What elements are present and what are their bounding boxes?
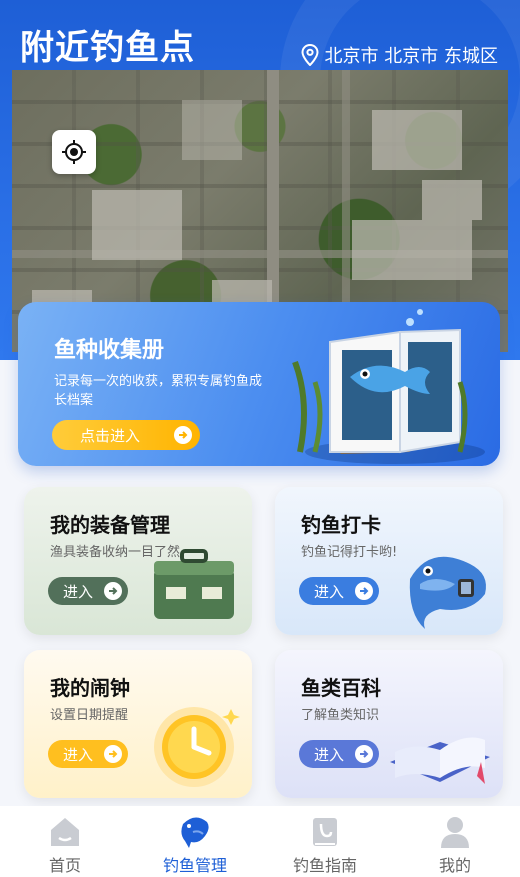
user-icon [441, 817, 469, 848]
fish-icon [181, 817, 209, 848]
tab-fishing-guide[interactable]: 钓鱼指南 [260, 806, 390, 877]
card-title: 我的闹钟 [50, 676, 130, 700]
fish-book-illustration [292, 309, 485, 464]
tab-profile[interactable]: 我的 [390, 806, 520, 877]
collection-title: 鱼种收集册 [54, 338, 165, 363]
arrow-right-icon [355, 582, 373, 600]
open-book-icon [390, 737, 490, 784]
tab-label: 钓鱼管理 [162, 856, 227, 875]
page-title: 附近钓鱼点 [20, 28, 195, 68]
alarm-enter-button[interactable]: 进入 [48, 740, 128, 768]
collection-enter-button[interactable]: 点击进入 [52, 420, 200, 450]
enter-label: 进入 [63, 582, 94, 601]
fish-with-watch-icon [409, 556, 486, 629]
arrow-right-icon [104, 582, 122, 600]
tab-label: 首页 [48, 856, 81, 875]
fish-collection-card[interactable]: 鱼种收集册 记录每一次的收获，累积专属钓鱼成长档案 点击进入 [18, 302, 500, 466]
tackle-box-icon [154, 549, 234, 619]
locate-button[interactable] [52, 130, 96, 174]
equipment-enter-button[interactable]: 进入 [48, 577, 128, 605]
fish-encyclopedia-card[interactable]: 鱼类百科 了解鱼类知识 进入 [275, 650, 503, 798]
crosshair-icon [62, 140, 86, 164]
card-subtitle: 钓鱼记得打卡哟! [301, 545, 398, 560]
tab-fishing-management[interactable]: 钓鱼管理 [130, 806, 260, 877]
collection-desc: 记录每一次的收获，累积专属钓鱼成长档案 [54, 374, 263, 408]
enter-label: 进入 [63, 745, 94, 764]
clock-icon [154, 707, 240, 787]
arrow-right-icon [104, 745, 122, 763]
bottom-tab-bar: 首页 钓鱼管理 钓鱼指南 我的 [0, 806, 520, 877]
card-subtitle: 了解鱼类知识 [301, 708, 380, 723]
location-pin-icon [301, 44, 319, 66]
card-title: 鱼类百科 [301, 676, 381, 700]
checkin-enter-button[interactable]: 进入 [299, 577, 379, 605]
tab-label: 钓鱼指南 [292, 856, 357, 875]
encyclopedia-enter-button[interactable]: 进入 [299, 740, 379, 768]
home-icon [51, 818, 79, 846]
enter-label: 进入 [314, 745, 345, 764]
tab-home[interactable]: 首页 [0, 806, 130, 877]
location-selector[interactable]: 北京市 北京市 东城区 [301, 42, 498, 68]
card-title: 钓鱼打卡 [301, 513, 381, 537]
card-title: 我的装备管理 [50, 513, 170, 537]
enter-label: 进入 [314, 582, 345, 601]
alarm-card[interactable]: 我的闹钟 设置日期提醒 进入 [24, 650, 252, 798]
card-subtitle: 设置日期提醒 [50, 708, 129, 723]
arrow-right-icon [174, 426, 192, 444]
location-text: 北京市 北京市 东城区 [324, 46, 498, 67]
equipment-card[interactable]: 我的装备管理 渔具装备收纳一目了然 进入 [24, 487, 252, 635]
guide-book-icon [313, 818, 337, 846]
fishing-checkin-card[interactable]: 钓鱼打卡 钓鱼记得打卡哟! 进入 [275, 487, 503, 635]
tab-label: 我的 [438, 856, 471, 875]
collection-enter-label: 点击进入 [80, 426, 141, 445]
arrow-right-icon [355, 745, 373, 763]
